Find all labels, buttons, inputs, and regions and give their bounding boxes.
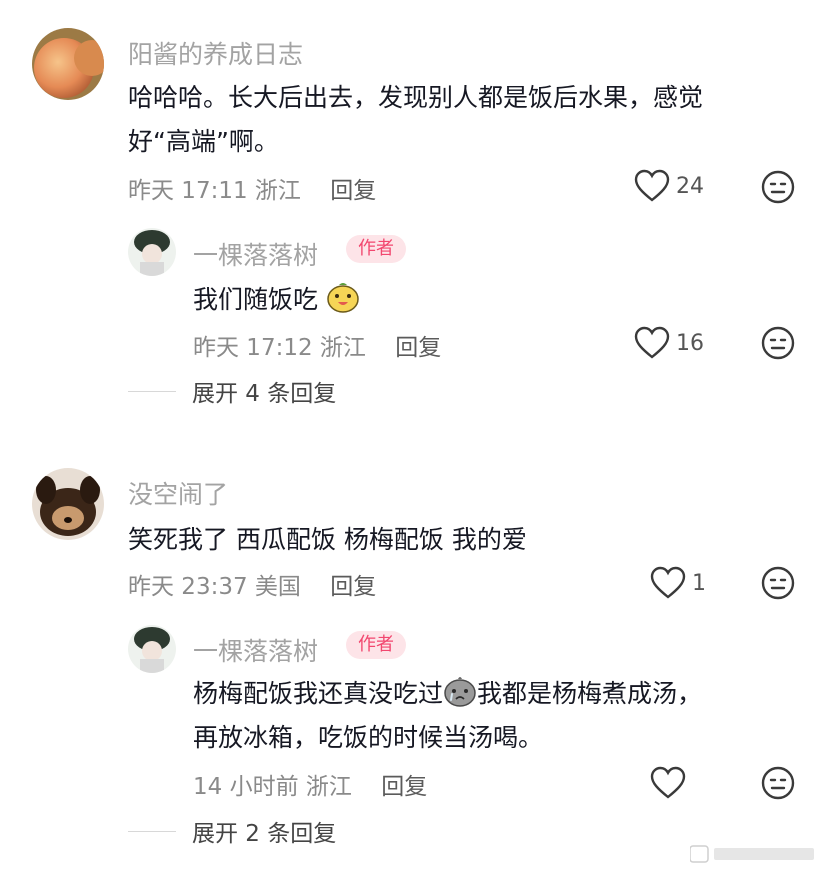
heart-outline-icon [650, 566, 686, 599]
comment-text-line: 哈哈哈。长大后出去，发现别人都是饭后水果，感觉 [128, 83, 704, 112]
comment-meta: 昨天 23:37 美国 回复 [128, 567, 376, 601]
author-avatar-image [128, 228, 176, 276]
expand-replies-button[interactable]: 展开 2 条回复 [128, 811, 336, 851]
commenter-username[interactable]: 没空闹了 [128, 475, 228, 511]
heart-outline-icon [634, 169, 670, 202]
reply-text-segment: 我都是杨梅煮成汤， [477, 679, 703, 708]
divider [128, 390, 176, 392]
like-count: 16 [676, 330, 704, 356]
reply-location: 浙江 [319, 335, 366, 361]
reply-text-line: 再放冰箱，吃饭的时候当汤喝。 [193, 723, 544, 752]
crying-emoji [444, 677, 476, 707]
reply-button[interactable]: 回复 [381, 774, 427, 800]
dislike-button[interactable] [761, 326, 795, 364]
reply-text-line: 杨梅配饭我还真没吃过 我都是杨梅煮成汤， [193, 672, 793, 716]
comment-text: 哈哈哈。长大后出去，发现别人都是饭后水果，感觉 好“高端”啊。 [128, 76, 798, 164]
commenter-username[interactable]: 阳酱的养成日志 [128, 35, 303, 71]
comment-text: 笑死我了 西瓜配饭 杨梅配饭 我的爱 [128, 518, 798, 562]
reply-text: 杨梅配饭我还真没吃过 我都是杨梅煮成汤， 再放冰箱，吃饭的时候当汤喝。 [193, 672, 793, 760]
reply-button[interactable]: 回复 [330, 178, 376, 204]
dislike-face-icon [761, 326, 795, 360]
like-count: 24 [676, 173, 704, 199]
commenter-avatar[interactable] [32, 28, 104, 100]
dislike-button[interactable] [761, 766, 795, 804]
reply-meta: 昨天 17:12 浙江 回复 [193, 328, 441, 362]
reply-button[interactable]: 回复 [395, 335, 441, 361]
comment-time: 昨天 23:37 [128, 574, 248, 600]
smiling-emoji [327, 283, 359, 313]
commenter-avatar[interactable] [32, 468, 104, 540]
expand-replies-label: 展开 2 条回复 [192, 821, 337, 847]
comment-text-line: 好“高端”啊。 [128, 127, 279, 156]
dislike-button[interactable] [761, 170, 795, 208]
reply-text-content: 我们随饭吃 [193, 285, 319, 314]
comment-location: 浙江 [254, 178, 301, 204]
dog-avatar [32, 468, 104, 540]
reply-time: 14 小时前 [193, 774, 299, 800]
author-badge: 作者 [346, 631, 406, 659]
reply-text-segment: 杨梅配饭我还真没吃过 [193, 679, 444, 708]
author-avatar-image [128, 625, 176, 673]
reply-meta: 14 小时前 浙江 回复 [193, 767, 427, 801]
comment-meta: 昨天 17:11 浙江 回复 [128, 171, 376, 205]
expand-replies-button[interactable]: 展开 4 条回复 [128, 371, 336, 411]
comment-text-line: 笑死我了 西瓜配饭 杨梅配饭 我的爱 [128, 525, 527, 554]
like-count: 1 [692, 570, 706, 596]
reply-button[interactable]: 回复 [330, 574, 376, 600]
like-button[interactable]: 1 [650, 563, 706, 603]
author-avatar[interactable] [128, 228, 176, 276]
heart-outline-icon [650, 766, 686, 799]
comment-time: 昨天 17:11 [128, 178, 248, 204]
watermark [689, 842, 820, 870]
watermark-graphic [689, 845, 814, 863]
dislike-button[interactable] [761, 566, 795, 604]
author-avatar[interactable] [128, 625, 176, 673]
reply-username[interactable]: 一棵落落树 [193, 632, 318, 668]
author-badge: 作者 [346, 235, 406, 263]
peach-avatar [32, 28, 104, 100]
reply-location: 浙江 [305, 774, 352, 800]
dislike-face-icon [761, 766, 795, 800]
like-button[interactable]: 24 [634, 166, 704, 206]
reply-text: 我们随饭吃 [193, 278, 360, 322]
like-button[interactable]: 16 [634, 323, 704, 363]
dislike-face-icon [761, 566, 795, 600]
heart-outline-icon [634, 326, 670, 359]
dislike-face-icon [761, 170, 795, 204]
comment-location: 美国 [254, 574, 301, 600]
expand-replies-label: 展开 4 条回复 [192, 381, 337, 407]
divider [128, 830, 176, 832]
reply-time: 昨天 17:12 [193, 335, 313, 361]
reply-username[interactable]: 一棵落落树 [193, 236, 318, 272]
like-button[interactable] [650, 763, 692, 803]
